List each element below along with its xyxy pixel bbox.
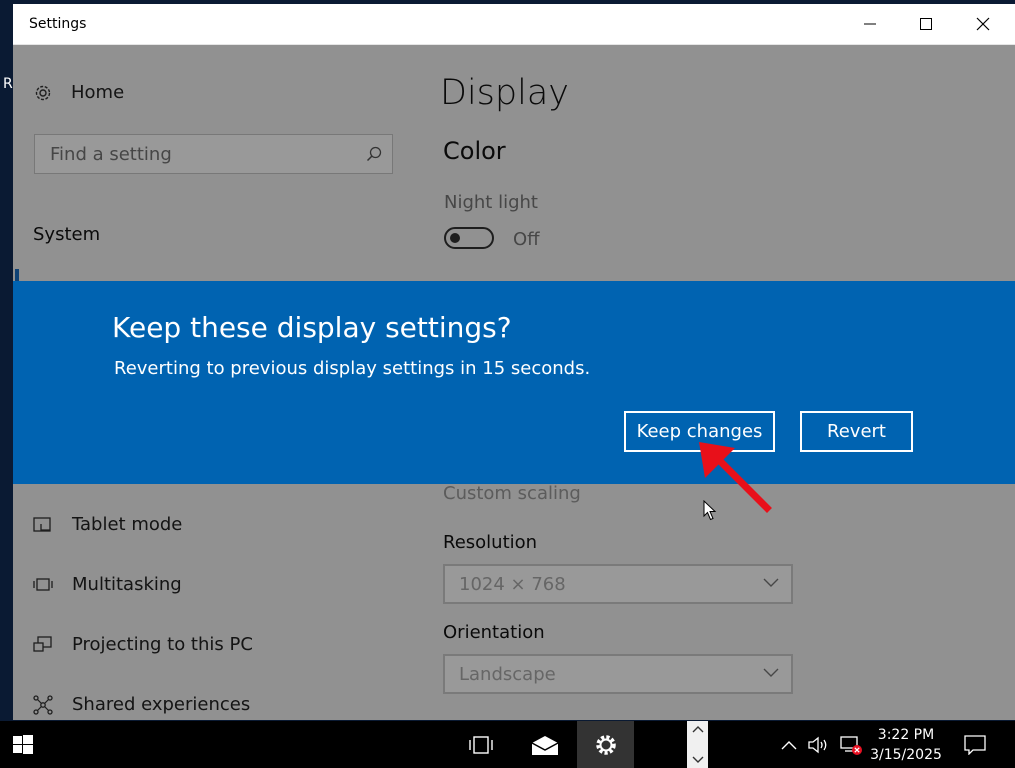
taskbar-scroller[interactable] [687, 721, 708, 768]
dialog-title: Keep these display settings? [112, 311, 512, 344]
chevron-down-icon[interactable] [692, 756, 704, 764]
start-button[interactable] [0, 721, 45, 768]
mouse-pointer-icon [703, 500, 717, 521]
maximize-icon [920, 18, 932, 30]
close-icon [976, 17, 990, 31]
title-bar: Settings [13, 4, 1015, 45]
keep-settings-dialog: Keep these display settings? Reverting t… [13, 281, 1015, 484]
chevron-up-icon[interactable] [692, 725, 704, 733]
mail-icon [531, 735, 559, 755]
show-hidden-icons-button[interactable] [776, 721, 802, 768]
chevron-up-icon [781, 740, 797, 749]
speaker-icon [808, 736, 827, 753]
close-button[interactable] [955, 4, 1011, 44]
clock-date: 3/15/2025 [870, 746, 942, 763]
taskbar: 3:22 PM 3/15/2025 [0, 721, 1015, 768]
volume-button[interactable] [806, 721, 832, 768]
dialog-message: Reverting to previous display settings i… [114, 358, 591, 379]
revert-button[interactable]: Revert [800, 411, 913, 452]
task-view-button[interactable] [456, 721, 506, 768]
clock-time: 3:22 PM [877, 726, 935, 743]
window-title: Settings [29, 16, 87, 32]
notification-icon [964, 734, 986, 755]
minimize-button[interactable] [842, 4, 898, 44]
taskbar-settings-app[interactable] [577, 721, 634, 768]
windows-logo-icon [12, 734, 33, 754]
gear-icon [595, 734, 616, 755]
taskbar-clock[interactable]: 3:22 PM 3/15/2025 [866, 721, 946, 768]
minimize-icon [864, 23, 876, 25]
task-view-icon [469, 735, 493, 754]
network-button[interactable] [838, 721, 864, 768]
desktop-edge-text: R [3, 76, 13, 92]
maximize-button[interactable] [898, 4, 954, 44]
action-center-button[interactable] [955, 721, 995, 768]
network-disconnected-icon [840, 735, 862, 755]
taskbar-mail-app[interactable] [520, 721, 570, 768]
